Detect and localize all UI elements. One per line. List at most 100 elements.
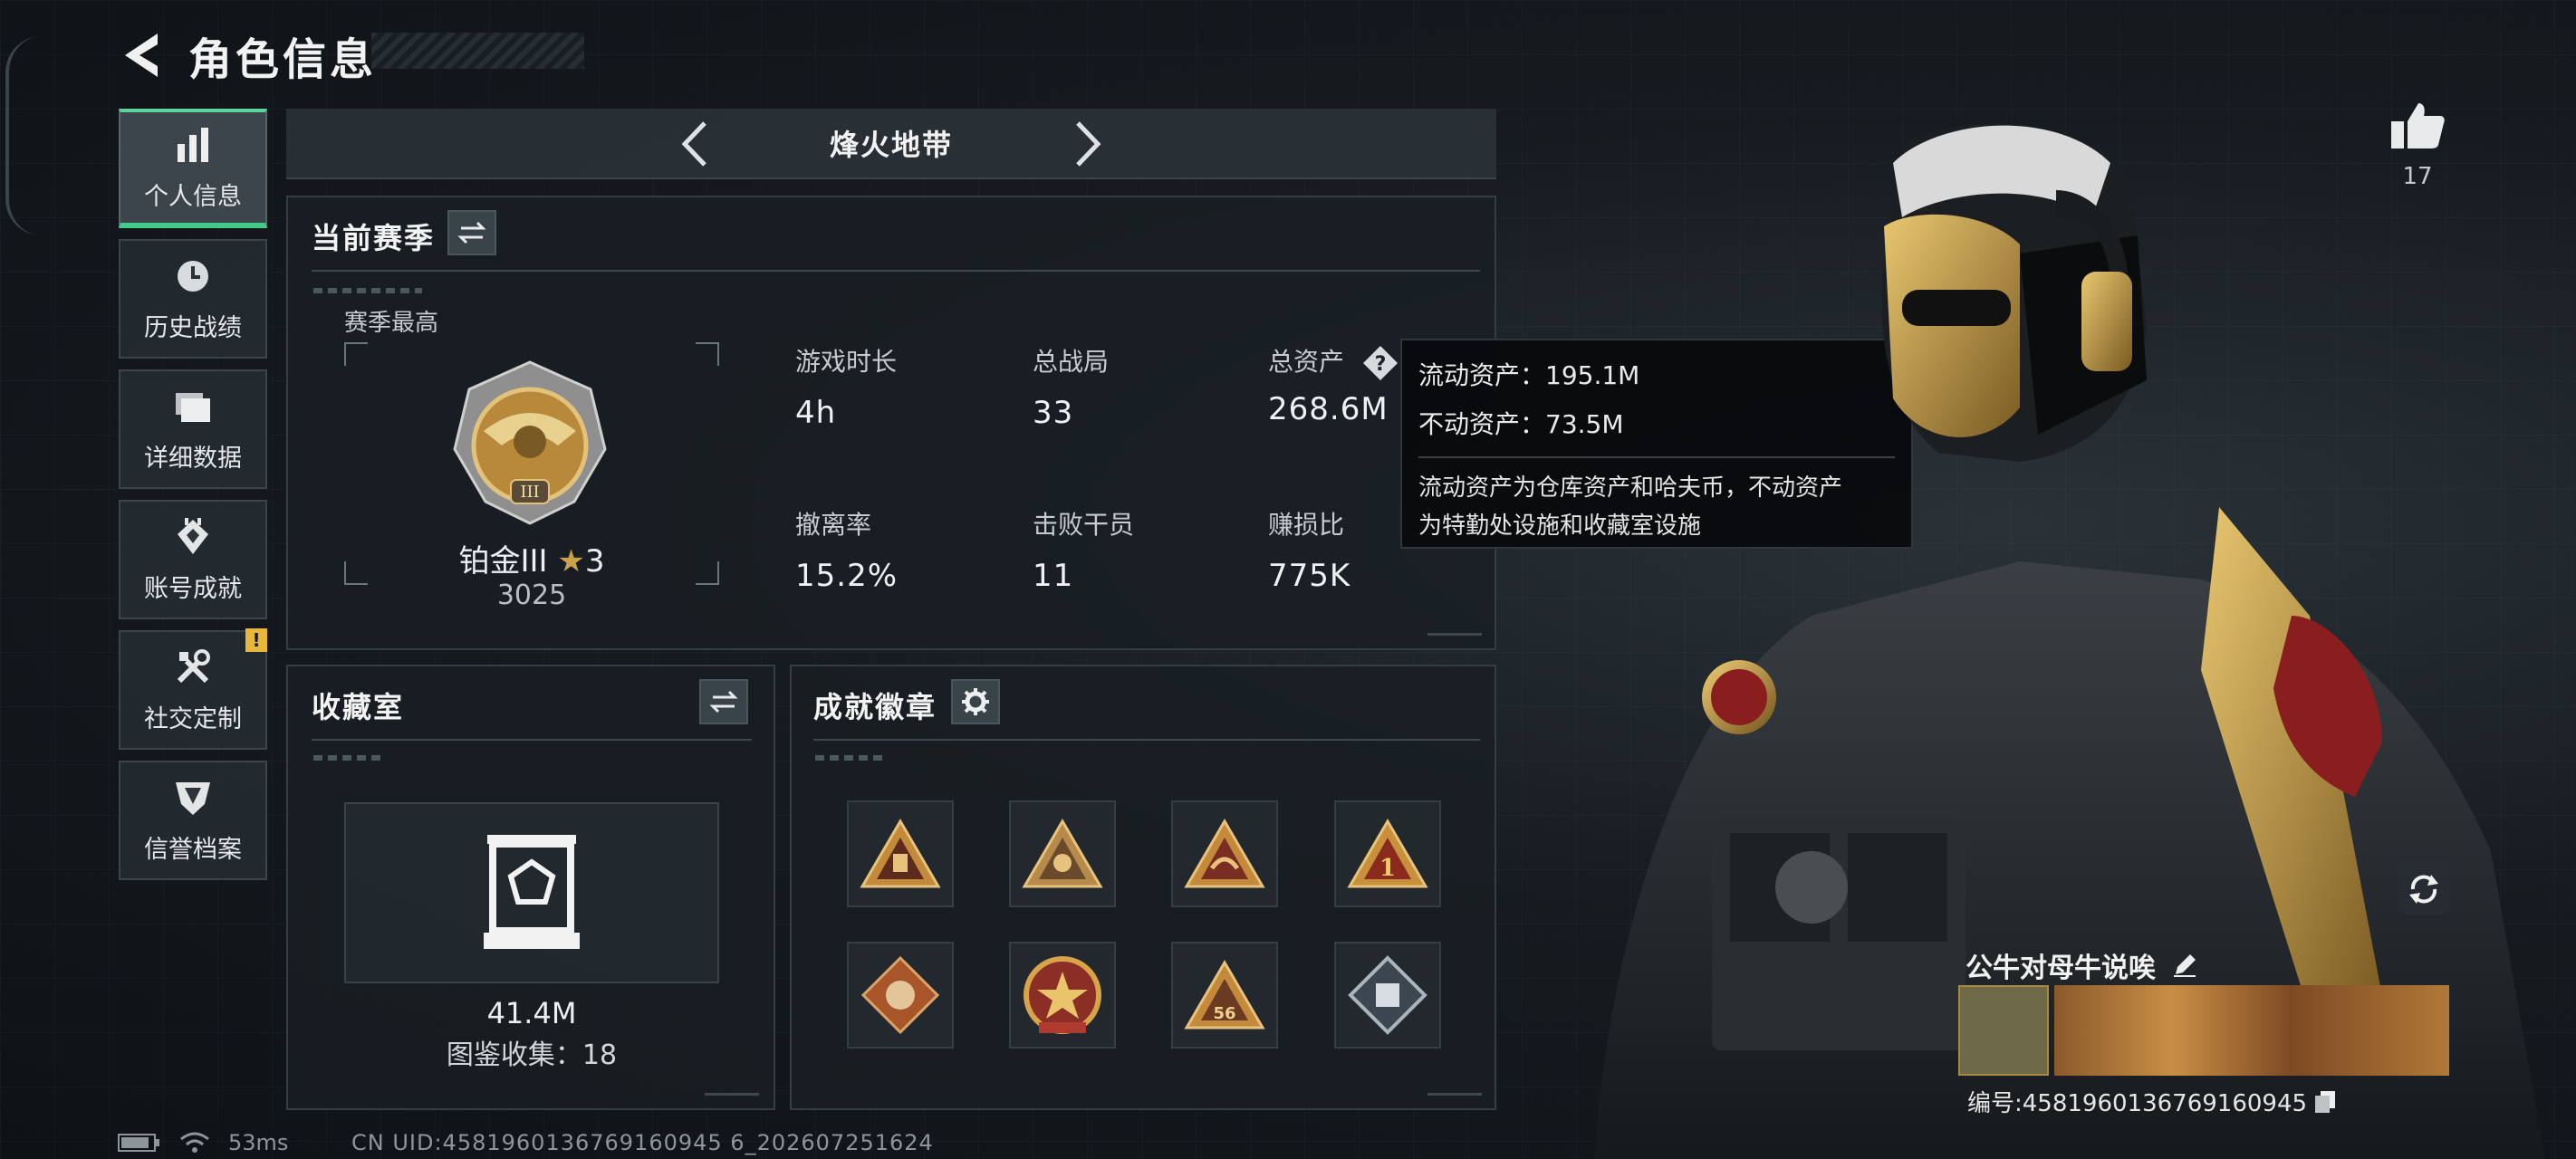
player-id-row: 编号:4581960136769160945 — [1967, 1085, 2336, 1118]
player-banner[interactable] — [2054, 985, 2449, 1076]
back-arrow-icon[interactable] — [120, 28, 167, 82]
swap-season-button[interactable] — [447, 210, 496, 255]
title-stripes — [371, 33, 584, 69]
sidebar-item-label: 历史战绩 — [144, 313, 242, 342]
rank-name: 铂金III — [458, 543, 548, 580]
rank-score: 3025 — [496, 580, 567, 611]
season-best-label: 赛季最高 — [344, 310, 439, 337]
stat-label: 赚损比 — [1268, 510, 1345, 540]
collection-title: 收藏室 — [312, 690, 405, 724]
page-header: 角色信息 — [120, 24, 377, 87]
player-id: 编号:4581960136769160945 — [1967, 1090, 2308, 1117]
sidebar-item-achievements[interactable]: 账号成就 — [119, 500, 267, 619]
sidebar-item-label: 信誉档案 — [144, 835, 242, 864]
player-avatar[interactable] — [1958, 985, 2049, 1076]
stat-value: 268.6M — [1268, 391, 1389, 427]
chevron-right-icon[interactable] — [1060, 118, 1112, 170]
status-bar: 53ms — [118, 1130, 288, 1155]
player-name: 公牛对母牛说唉 — [1966, 953, 2156, 984]
svg-text:?: ? — [1375, 353, 1387, 376]
divider — [312, 270, 1480, 272]
stat-profit-loss: 赚损比 775K — [1268, 505, 1350, 594]
stat-total-assets: 总资产 ? 268.6M — [1268, 342, 1399, 427]
rank-medal-icon: III — [453, 360, 607, 525]
stat-value: 11 — [1033, 558, 1074, 594]
collection-value: 41.4M — [486, 996, 577, 1030]
bar-chart-icon — [178, 127, 208, 162]
badge-triangle-icon — [1184, 819, 1265, 888]
mode-switcher: 烽火地带 — [286, 109, 1496, 179]
stat-label-text: 总资产 — [1268, 347, 1345, 377]
badge-diamond-icon — [860, 955, 940, 1035]
corner-mark — [705, 1087, 759, 1096]
sidebar-item-label: 详细数据 — [144, 444, 242, 473]
svg-text:III: III — [520, 483, 539, 502]
chevron-left-icon[interactable] — [670, 118, 723, 170]
like-count: 17 — [2402, 163, 2433, 190]
stat-total-matches: 总战局 33 — [1033, 342, 1109, 431]
decorative-dots — [815, 755, 888, 761]
stat-value: 33 — [1033, 395, 1074, 431]
sidebar-item-profile[interactable]: 个人信息 — [119, 109, 267, 228]
tools-icon — [177, 648, 210, 683]
stat-play-time: 游戏时长 4h — [795, 342, 897, 431]
swap-collection-button[interactable] — [699, 679, 748, 724]
help-icon[interactable]: ? — [1361, 344, 1399, 382]
corner-mark — [1427, 627, 1482, 636]
badge-triangle-icon: 56 — [1184, 960, 1265, 1030]
stat-label: 击败干员 — [1033, 510, 1135, 540]
ping-value: 53ms — [228, 1130, 289, 1155]
swap-icon — [457, 221, 486, 244]
copy-icon[interactable] — [2314, 1090, 2336, 1114]
sidebar-item-reputation[interactable]: 信誉档案 — [119, 761, 267, 880]
achievement-badge[interactable] — [1171, 800, 1278, 907]
achievement-badge[interactable] — [1334, 942, 1441, 1049]
collection-count: 图鉴收集：18 — [446, 1039, 618, 1071]
badge-settings-button[interactable] — [951, 679, 1000, 724]
svg-text:56: 56 — [1213, 1004, 1235, 1023]
sidebar-item-social[interactable]: ! 社交定制 — [119, 628, 267, 750]
rotate-icon — [2409, 875, 2438, 904]
badge-diamond-icon — [1348, 955, 1427, 1035]
player-name-row: 公牛对母牛说唉 — [1966, 945, 2197, 985]
achievement-badge[interactable] — [847, 942, 954, 1049]
achievement-badge[interactable] — [1009, 942, 1116, 1049]
achievement-badge[interactable] — [1009, 800, 1116, 907]
sidebar-item-label: 账号成就 — [144, 574, 242, 603]
decorative-dots — [313, 755, 386, 761]
notification-badge: ! — [245, 628, 267, 652]
achievement-badge[interactable]: 1 — [1334, 800, 1441, 907]
sidebar-nav: 个人信息 历史战绩 详细数据 账号成就 ! 社交定制 信誉档案 — [119, 109, 267, 891]
rotate-model-button[interactable] — [2398, 864, 2449, 915]
stat-label: 总战局 — [1033, 347, 1110, 377]
divider — [813, 739, 1480, 741]
decorative-dots — [313, 288, 422, 293]
badge-triangle-icon — [1022, 819, 1103, 888]
sidebar-item-details[interactable]: 详细数据 — [119, 369, 267, 489]
badge-triangle-icon — [860, 819, 941, 888]
gear-icon — [962, 688, 989, 715]
mode-title: 烽火地带 — [829, 128, 953, 162]
sidebar-item-history[interactable]: 历史战绩 — [119, 239, 267, 359]
achievement-badge[interactable] — [847, 800, 954, 907]
like-button[interactable]: 17 — [2377, 100, 2458, 190]
divider — [312, 739, 752, 741]
achievement-icon — [178, 517, 208, 554]
sidebar-item-label: 社交定制 — [144, 704, 242, 733]
badge-round-icon — [1024, 956, 1101, 1034]
rank-stars: 3 — [584, 543, 605, 580]
achievements-title: 成就徽章 — [813, 690, 937, 724]
stat-value: 15.2% — [795, 558, 899, 594]
thumbs-up-icon — [2391, 103, 2445, 148]
achievement-badge[interactable]: 56 — [1171, 942, 1278, 1049]
folder-icon — [176, 392, 210, 422]
stat-label: 总资产 ? — [1268, 342, 1399, 382]
svg-text:1: 1 — [1379, 855, 1396, 882]
battery-icon — [118, 1134, 159, 1152]
rank-star-icon: ★ — [557, 543, 585, 580]
stat-value: 775K — [1268, 558, 1351, 594]
clock-history-icon — [178, 260, 208, 292]
display-case-icon — [484, 835, 580, 949]
edit-pencil-icon[interactable] — [2172, 953, 2197, 978]
rank-line: 铂金III ★3 — [344, 536, 719, 580]
